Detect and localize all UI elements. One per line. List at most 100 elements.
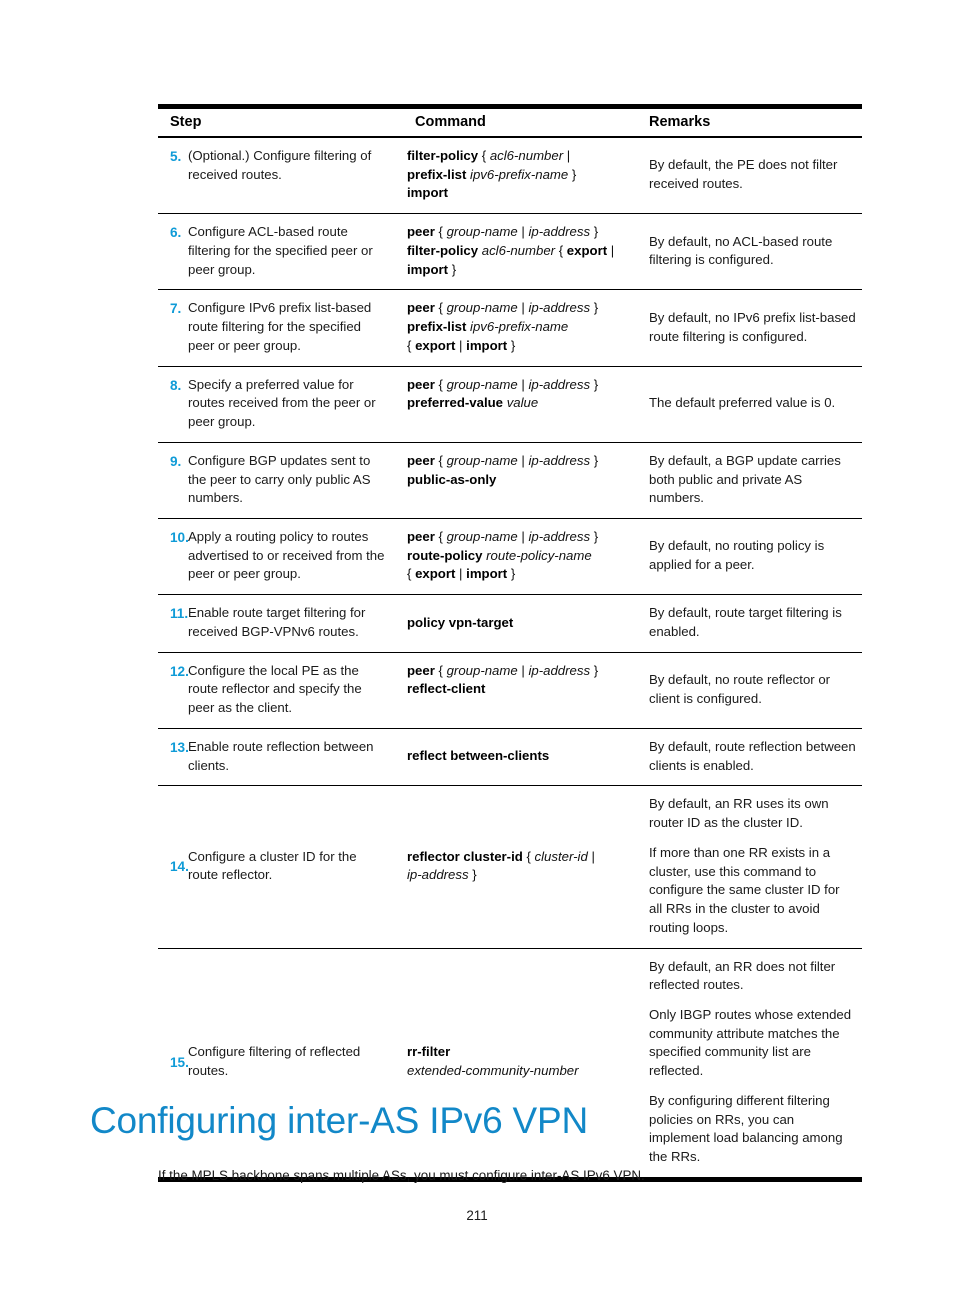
step-description: Configure ACL-based route filtering for … — [188, 213, 405, 291]
command-line: prefix-list ipv6-prefix-name } — [407, 166, 621, 185]
remark-paragraph: By default, no route reflector or client… — [649, 672, 831, 706]
step-number: 7. — [158, 289, 188, 367]
command-token: rr-filter — [407, 1044, 451, 1060]
step-number: 6. — [158, 213, 188, 291]
remarks-text: By default, no route reflector or client… — [637, 652, 862, 729]
remark-paragraph: By default, no routing policy is applied… — [649, 538, 825, 573]
command-token: acl6-number — [481, 242, 556, 258]
remarks-text: By default, an RR uses its own router ID… — [637, 785, 862, 949]
remark-paragraph: If more than one RR exists in a cluster,… — [649, 844, 840, 935]
remark-paragraph: The default preferred value is 0. — [649, 395, 836, 411]
command-token: public-as-only — [407, 471, 497, 487]
table-row: 7. Configure IPv6 prefix list-based route… — [158, 289, 862, 367]
command-token: route-policy — [407, 547, 483, 563]
command-token: reflect-client — [407, 681, 486, 697]
remark-paragraph: Only IBGP routes whose extended communit… — [649, 1006, 852, 1079]
command-token: { — [407, 566, 416, 582]
command-token: group-name — [446, 376, 518, 392]
command-token: | — [517, 529, 529, 545]
section-paragraph: If the MPLS backbone spans multiple ASs,… — [158, 1168, 645, 1183]
command-line: reflect-client — [407, 680, 621, 699]
command-line: import } — [407, 261, 621, 280]
command-syntax: peer { group-name | ip-address } prefix-l… — [405, 289, 637, 367]
step-description: Configure the local PE as the route refl… — [188, 652, 405, 729]
command-line: prefix-list ipv6-prefix-name — [407, 318, 621, 337]
command-token: ipv6-prefix-name — [470, 166, 569, 182]
command-syntax: rr-filter extended-community-number — [405, 948, 637, 1177]
command-token: { — [434, 300, 447, 316]
command-syntax: peer { group-name | ip-address } filter-p… — [405, 213, 637, 291]
command-line: import — [407, 184, 621, 203]
configuration-procedure-table: Step Command Remarks 5. (Optional.) Confi… — [158, 104, 862, 1182]
step-description: Specify a preferred value for routes rec… — [188, 366, 405, 443]
step-number: 9. — [158, 442, 188, 520]
command-token: ip-address — [528, 224, 591, 240]
command-token: import — [466, 337, 508, 353]
column-header-remarks: Remarks — [637, 109, 862, 138]
command-token: ip-address — [528, 662, 591, 678]
command-token: peer — [407, 529, 435, 545]
remarks-text: By default, the PE does not filter recei… — [637, 137, 862, 215]
remarks-text: By default, route reflection between cli… — [637, 728, 862, 787]
table-row: 12. Configure the local PE as the route r… — [158, 652, 862, 729]
step-description: Enable route target filtering for receiv… — [188, 594, 405, 653]
command-token: } — [448, 261, 457, 277]
command-token: prefix-list — [407, 166, 467, 182]
remarks-text: By default, a BGP update carries both pu… — [637, 442, 862, 520]
command-line: ip-address } — [407, 866, 621, 885]
command-token: | — [517, 376, 529, 392]
command-syntax: policy vpn-target — [405, 594, 637, 653]
command-line: reflect between-clients — [407, 747, 621, 766]
command-syntax: peer { group-name | ip-address } reflect-… — [405, 652, 637, 729]
remarks-text: By default, route target filtering is en… — [637, 594, 862, 653]
command-token: ip-address — [528, 452, 591, 468]
command-line: filter-policy acl6-number { export | — [407, 242, 621, 261]
command-token: { — [434, 529, 447, 545]
command-token: { — [434, 662, 447, 678]
remark-paragraph: By default, a BGP update carries both pu… — [649, 452, 841, 506]
step-description: Configure filtering of reflected routes. — [188, 1044, 361, 1079]
command-token: group-name — [446, 452, 518, 468]
document-page: Step Command Remarks 5. (Optional.) Confi… — [0, 0, 954, 1296]
command-token: } — [590, 224, 599, 240]
command-token: policy vpn-target — [407, 614, 514, 630]
command-syntax: reflector cluster-id { cluster-id | ip-ad… — [405, 785, 637, 949]
command-token: } — [507, 337, 516, 353]
table-header-row: Step Command Remarks — [158, 109, 862, 138]
step-description: Configure IPv6 prefix list-based route f… — [188, 289, 405, 367]
remarks-text: The default preferred value is 0. — [637, 366, 862, 443]
command-token: cluster-id — [534, 848, 588, 864]
table-row: 11. Enable route target filtering for rec… — [158, 594, 862, 653]
remark-paragraph: By default, route target filtering is en… — [649, 605, 842, 639]
command-token: peer — [407, 662, 435, 678]
step-number: 15. — [170, 1054, 189, 1070]
command-token: extended-community-number — [407, 1063, 579, 1079]
command-token: peer — [407, 376, 435, 392]
table-row: 10. Apply a routing policy to routes adve… — [158, 518, 862, 596]
command-token: { — [522, 848, 535, 864]
command-token: { — [434, 452, 447, 468]
command-line: policy vpn-target — [407, 614, 621, 633]
command-syntax: reflect between-clients — [405, 728, 637, 787]
command-token: peer — [407, 300, 435, 316]
page-number: 211 — [466, 1208, 488, 1223]
command-line: filter-policy { acl6-number | — [407, 147, 621, 166]
command-line: peer { group-name | ip-address } — [407, 528, 621, 547]
step-number: 8. — [158, 366, 188, 443]
table-row: 15. Configure filtering of reflected rout… — [158, 948, 862, 1177]
command-token: } — [568, 166, 577, 182]
table-row: 8. Specify a preferred value for routes r… — [158, 366, 862, 443]
command-token: route-policy-name — [486, 547, 592, 563]
page-title: Configuring inter-AS IPv6 VPN — [90, 1100, 589, 1141]
command-token: peer — [407, 452, 435, 468]
command-token: import — [466, 566, 508, 582]
command-token: | — [517, 452, 529, 468]
command-line: reflector cluster-id { cluster-id | — [407, 848, 621, 867]
command-token: | — [517, 300, 529, 316]
command-token: | — [587, 848, 595, 864]
remarks-text: By default, no routing policy is applied… — [637, 518, 862, 596]
table-row: 14. Configure a cluster ID for the route … — [158, 785, 862, 949]
command-line: peer { group-name | ip-address } — [407, 299, 621, 318]
command-line: peer { group-name | ip-address } — [407, 376, 621, 395]
command-line: peer { group-name | ip-address } — [407, 452, 621, 471]
